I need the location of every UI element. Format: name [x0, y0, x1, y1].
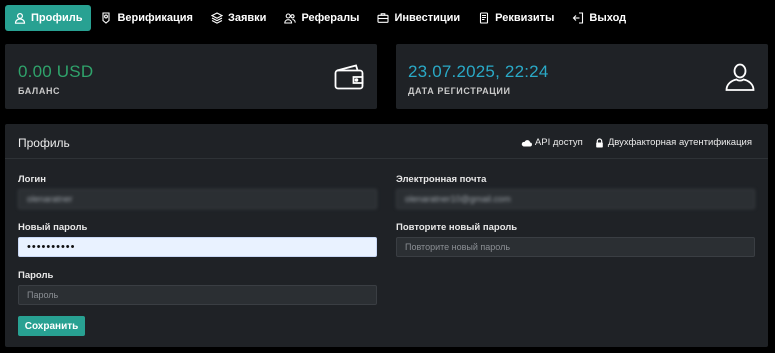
registration-date-value: 23.07.2025, 22:24 [408, 62, 549, 81]
wallet-icon [333, 62, 365, 92]
save-button[interactable]: Сохранить [18, 316, 85, 336]
registration-date-card: 23.07.2025, 22:24 ДАТА РЕГИСТРАЦИИ [396, 44, 768, 109]
balance-card: 0.00 USD БАЛАНС [5, 44, 377, 109]
registration-date-label: ДАТА РЕГИСТРАЦИИ [408, 86, 511, 96]
password-label: Пароль [18, 270, 54, 281]
nav-label: Инвестиции [394, 12, 461, 24]
lock-icon [596, 137, 603, 147]
nav-label: Верификация [117, 12, 193, 24]
new-password-label: Новый пароль [18, 222, 88, 233]
nav-item-referrals[interactable]: Рефералы [275, 5, 368, 31]
profile-title: Профиль [18, 136, 70, 150]
nav-item-requests[interactable]: Заявки [202, 5, 275, 31]
nav-label: Реквизиты [495, 12, 555, 24]
profile-panel: Профиль API доступ Двухфакторная аутенти… [5, 124, 768, 347]
repeat-password-field[interactable] [396, 237, 755, 257]
login-field[interactable] [18, 189, 377, 209]
nav-label: Заявки [227, 12, 267, 24]
two-factor-link[interactable]: Двухфакторная аутентификация [594, 137, 752, 148]
nav-item-requisites[interactable]: Реквизиты [469, 5, 563, 31]
logout-icon [572, 12, 584, 24]
profile-header-links: API доступ Двухфакторная аутентификация [521, 137, 752, 148]
api-access-label: API доступ [534, 137, 583, 148]
profile-panel-header: Профиль API доступ Двухфакторная аутенти… [5, 124, 768, 159]
briefcase-icon [377, 12, 390, 24]
nav-item-investments[interactable]: Инвестиции [368, 5, 469, 31]
user-icon [14, 12, 26, 24]
email-field[interactable] [396, 189, 755, 209]
card-icon [478, 12, 490, 24]
top-navigation: Профиль Верификация Заявки Рефералы Инве… [5, 5, 635, 31]
nav-label: Рефералы [301, 12, 360, 24]
badge-icon [100, 12, 112, 24]
repeat-password-label: Повторите новый пароль [396, 222, 518, 233]
cloud-icon [521, 139, 532, 147]
nav-label: Профиль [31, 12, 83, 24]
user-outline-icon [724, 62, 756, 92]
password-field[interactable] [18, 285, 377, 305]
api-access-link[interactable]: API доступ [521, 137, 583, 148]
login-label: Логин [18, 174, 47, 185]
users-icon [284, 12, 297, 24]
two-factor-label: Двухфакторная аутентификация [607, 137, 752, 148]
nav-label: Выход [589, 12, 627, 24]
layers-icon [210, 12, 223, 24]
nav-item-verification[interactable]: Верификация [91, 5, 202, 31]
email-label: Электронная почта [396, 174, 487, 185]
balance-label: БАЛАНС [18, 86, 61, 96]
nav-item-profile[interactable]: Профиль [5, 5, 92, 31]
nav-item-logout[interactable]: Выход [563, 5, 635, 31]
balance-value: 0.00 USD [18, 62, 94, 81]
new-password-field[interactable] [18, 237, 377, 257]
